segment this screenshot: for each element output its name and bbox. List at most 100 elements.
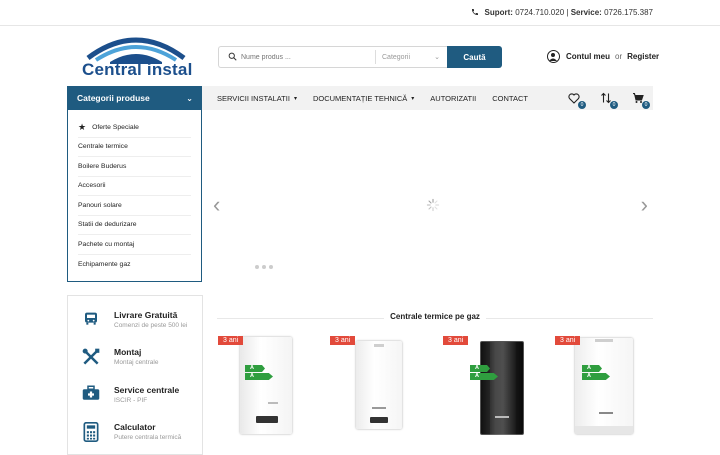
- category-label: Oferte Speciale: [92, 123, 139, 131]
- categories-toggle[interactable]: Categorii produse ⌄: [67, 86, 202, 110]
- support-phone[interactable]: 0724.710.020: [515, 8, 564, 17]
- compare-button[interactable]: 0: [599, 91, 618, 109]
- wishlist-count: 0: [578, 101, 586, 109]
- topbar-separator: |: [566, 8, 569, 17]
- feature-subtitle: ISCIR - PIF: [114, 397, 148, 404]
- feature-calculator[interactable]: Calculator Putere centrala termică: [68, 422, 204, 442]
- energy-class: A: [245, 365, 265, 372]
- tools-icon: [68, 347, 114, 367]
- feature-montaj: Montaj Montaj centrale: [68, 347, 204, 367]
- truck-icon: [68, 310, 114, 329]
- energy-class: A: [470, 373, 498, 380]
- feature-title: Calculator: [114, 422, 156, 432]
- menu-item-label: DOCUMENTAȚIE TEHNICĂ: [312, 93, 408, 103]
- feature-subtitle: Putere centrala termică: [114, 434, 182, 441]
- compare-count: 0: [610, 101, 618, 109]
- product-card[interactable]: 3 ani A A: [218, 336, 318, 450]
- category-item-oferte[interactable]: ★ Oferte Speciale: [78, 118, 191, 138]
- category-label: Accesorii: [78, 182, 106, 190]
- warranty-badge: 3 ani: [330, 336, 356, 345]
- feature-title: Service centrale: [114, 385, 180, 395]
- product-card[interactable]: 3 ani: [330, 336, 430, 450]
- category-item-panouri[interactable]: Panouri solare: [78, 196, 191, 216]
- feature-delivery: Livrare Gratuită Comenzi de peste 500 lei: [68, 310, 204, 329]
- warranty-badge: 3 ani: [443, 336, 469, 345]
- energy-label: A A: [470, 365, 498, 381]
- category-item-pachete[interactable]: Pachete cu montaj: [78, 235, 191, 255]
- user-icon: [547, 50, 560, 63]
- calculator-icon: [68, 422, 114, 442]
- product-image[interactable]: [480, 341, 524, 436]
- category-item-statii[interactable]: Statii de dedurizare: [78, 216, 191, 235]
- or-label: or: [615, 52, 623, 61]
- category-label: Echipamente gaz: [78, 260, 131, 268]
- search-input[interactable]: [241, 48, 371, 66]
- main-menu: SERVICII INSTALATII ▾ DOCUMENTAȚIE TEHNIC…: [202, 86, 653, 110]
- feature-subtitle: Comenzi de peste 500 lei: [114, 322, 188, 329]
- menu-item-servicii[interactable]: SERVICII INSTALATII ▾: [217, 94, 297, 103]
- warranty-badge: 3 ani: [218, 336, 244, 345]
- account-area: Contul meu or Register: [547, 50, 659, 63]
- slider-dot[interactable]: [262, 265, 266, 269]
- loading-spinner-icon: [426, 198, 440, 212]
- search-bar: Categorii ⌄: [218, 46, 447, 68]
- category-select-label: Categorii: [382, 53, 411, 61]
- category-label: Boilere Buderus: [78, 162, 127, 170]
- menu-item-documentatie[interactable]: DOCUMENTAȚIE TEHNICĂ ▾: [313, 94, 414, 103]
- hero-slider: ‹ ›: [203, 110, 653, 282]
- wishlist-button[interactable]: 0: [567, 91, 586, 109]
- feature-title: Montaj: [114, 347, 142, 357]
- cart-count: 0: [642, 101, 650, 109]
- section-title: Centrale termice pe gaz: [217, 312, 653, 321]
- categories-list: ★ Oferte Speciale Centrale termice Boiler…: [67, 110, 202, 282]
- product-card[interactable]: 3 ani A A: [555, 336, 655, 450]
- product-card[interactable]: 3 ani A A: [443, 336, 543, 450]
- nav-row: Categorii produse ⌄ SERVICII INSTALATII ▾…: [67, 86, 653, 110]
- menu-item-autorizatii[interactable]: AUTORIZATII: [430, 94, 476, 103]
- logo-text: Central instal: [82, 60, 193, 79]
- energy-label: A A: [582, 365, 610, 381]
- logo[interactable]: Central instal: [80, 28, 192, 84]
- section-title-text: Centrale termice pe gaz: [384, 312, 486, 321]
- my-account-link[interactable]: Contul meu: [566, 52, 610, 61]
- medkit-icon: [68, 385, 114, 404]
- product-image[interactable]: [356, 341, 402, 429]
- categories-title: Categorii produse: [77, 93, 150, 103]
- energy-class: A: [582, 373, 610, 380]
- slider-dot[interactable]: [255, 265, 259, 269]
- energy-class: A: [470, 365, 490, 372]
- category-label: Statii de dedurizare: [78, 221, 137, 229]
- chevron-down-icon: ▾: [411, 95, 415, 102]
- chevron-down-icon: ⌄: [186, 93, 193, 103]
- category-item-centrale[interactable]: Centrale termice: [78, 138, 191, 157]
- header: Central instal Categorii ⌄ Caută Contul …: [0, 26, 720, 86]
- support-label: Suport:: [484, 8, 513, 17]
- chevron-left-icon[interactable]: ‹: [213, 194, 220, 216]
- menu-item-label: SERVICII INSTALATII: [217, 93, 290, 103]
- feature-title: Livrare Gratuită: [114, 310, 178, 320]
- register-link[interactable]: Register: [627, 52, 659, 61]
- service-phone[interactable]: 0726.175.387: [604, 8, 653, 17]
- phone-icon: [471, 8, 479, 18]
- category-item-gaz[interactable]: Echipamente gaz: [78, 255, 191, 275]
- service-label: Service:: [570, 8, 602, 17]
- feature-subtitle: Montaj centrale: [114, 359, 159, 366]
- features-box: Livrare Gratuită Comenzi de peste 500 lei…: [67, 295, 203, 455]
- warranty-badge: 3 ani: [555, 336, 581, 345]
- category-label: Centrale termice: [78, 143, 128, 151]
- search-button[interactable]: Caută: [447, 46, 502, 68]
- menu-item-contact[interactable]: CONTACT: [492, 94, 528, 103]
- cart-button[interactable]: 0: [631, 91, 650, 109]
- category-item-boilere[interactable]: Boilere Buderus: [78, 157, 191, 177]
- energy-class: A: [245, 373, 273, 380]
- chevron-right-icon[interactable]: ›: [641, 194, 648, 216]
- top-bar: Suport: 0724.710.020 | Service: 0726.175…: [0, 0, 720, 26]
- star-icon: ★: [78, 121, 87, 132]
- product-image[interactable]: [575, 338, 633, 434]
- product-image[interactable]: [240, 337, 292, 434]
- category-item-accesorii[interactable]: Accesorii: [78, 177, 191, 196]
- energy-class: A: [582, 365, 602, 372]
- slider-dot[interactable]: [269, 265, 273, 269]
- category-select[interactable]: Categorii ⌄: [382, 53, 440, 62]
- search-icon: [223, 48, 241, 66]
